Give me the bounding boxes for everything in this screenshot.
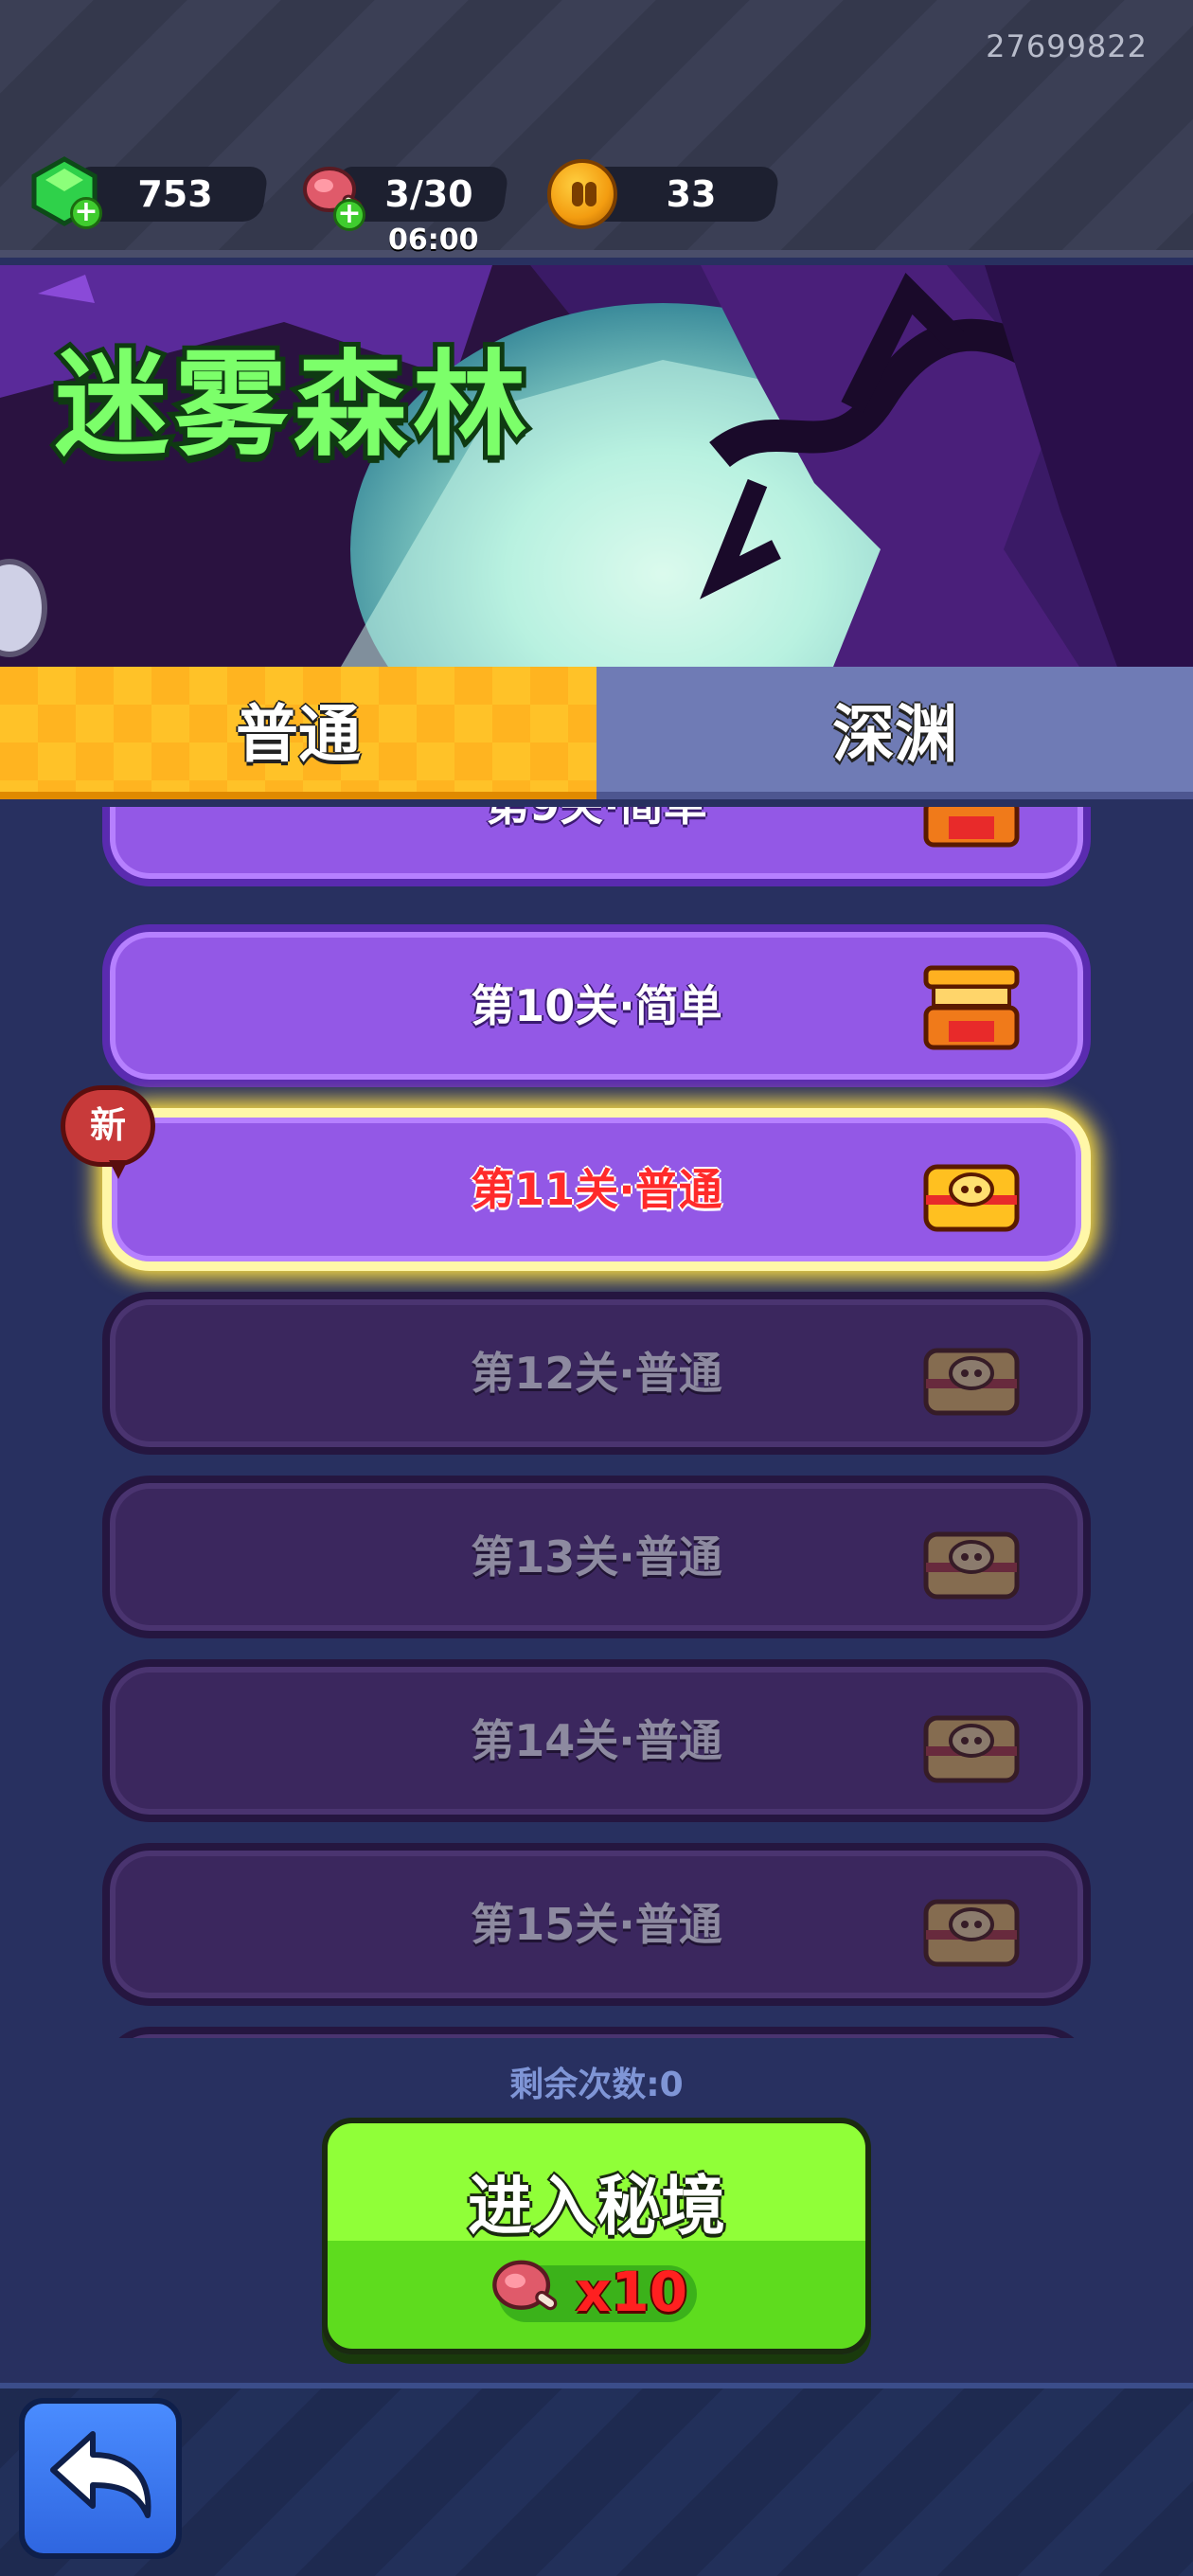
add-stamina-button[interactable]: + (333, 199, 365, 231)
closed-chest-icon[interactable] (920, 1148, 1023, 1235)
back-arrow-icon (50, 2431, 151, 2518)
enter-realm-label: 进入秘境 (467, 2170, 725, 2245)
stamina-timer: 06:00 (388, 224, 479, 257)
enter-realm-button[interactable]: 进入秘境 x10 (322, 2118, 871, 2354)
back-button[interactable] (19, 2398, 182, 2559)
closed-chest-icon (923, 1531, 1020, 1600)
opened-chest-icon[interactable] (920, 964, 1023, 1051)
level-item-partial (102, 2027, 1091, 2038)
closed-chest-icon (923, 1715, 1020, 1783)
coin-count: 33 (666, 173, 717, 215)
difficulty-tabs: 普通 深渊 (0, 667, 1193, 799)
player-id: 27699822 (986, 28, 1148, 64)
level-plate (102, 2027, 1091, 2038)
stage-banner: 迷雾森林 (0, 265, 1193, 667)
level-item-current[interactable]: 第11关·普通 新 (61, 1085, 1091, 1271)
tab-normal[interactable]: 普通 (0, 667, 596, 799)
level-item-locked[interactable]: 第15关·普通 (102, 1843, 1091, 2006)
level-item[interactable]: 第10关·简单 (102, 924, 1091, 1087)
level-item-locked[interactable]: 第13关·普通 (102, 1476, 1091, 1638)
gem-count: 753 (137, 173, 213, 215)
stamina-cost: x10 (576, 2260, 688, 2324)
add-gems-button[interactable]: + (70, 197, 102, 229)
level-item-locked[interactable]: 第14关·普通 (102, 1659, 1091, 1822)
level-item[interactable]: 第9关·简单 (102, 807, 1091, 886)
top-bar: 27699822 753 + 3/30 + 06:00 33 (0, 0, 1193, 258)
meat-icon (492, 2260, 558, 2311)
level-list[interactable]: 第9关·简单 第10关·简单 第11关·普通 新 第12关·普通 (0, 807, 1193, 2038)
opened-chest-icon[interactable] (920, 807, 1023, 850)
closed-chest-icon (923, 1899, 1020, 1967)
coin-icon (547, 159, 617, 229)
level-item-locked[interactable]: 第12关·普通 (102, 1292, 1091, 1455)
remaining-attempts: 剩余次数:0 (509, 2066, 684, 2104)
closed-chest-icon (923, 1348, 1020, 1416)
tab-abyss[interactable]: 深渊 (596, 667, 1193, 799)
stage-title: 迷雾森林 (50, 335, 532, 476)
stamina-count: 3/30 (384, 173, 473, 215)
new-badge: 新 (61, 1085, 155, 1179)
